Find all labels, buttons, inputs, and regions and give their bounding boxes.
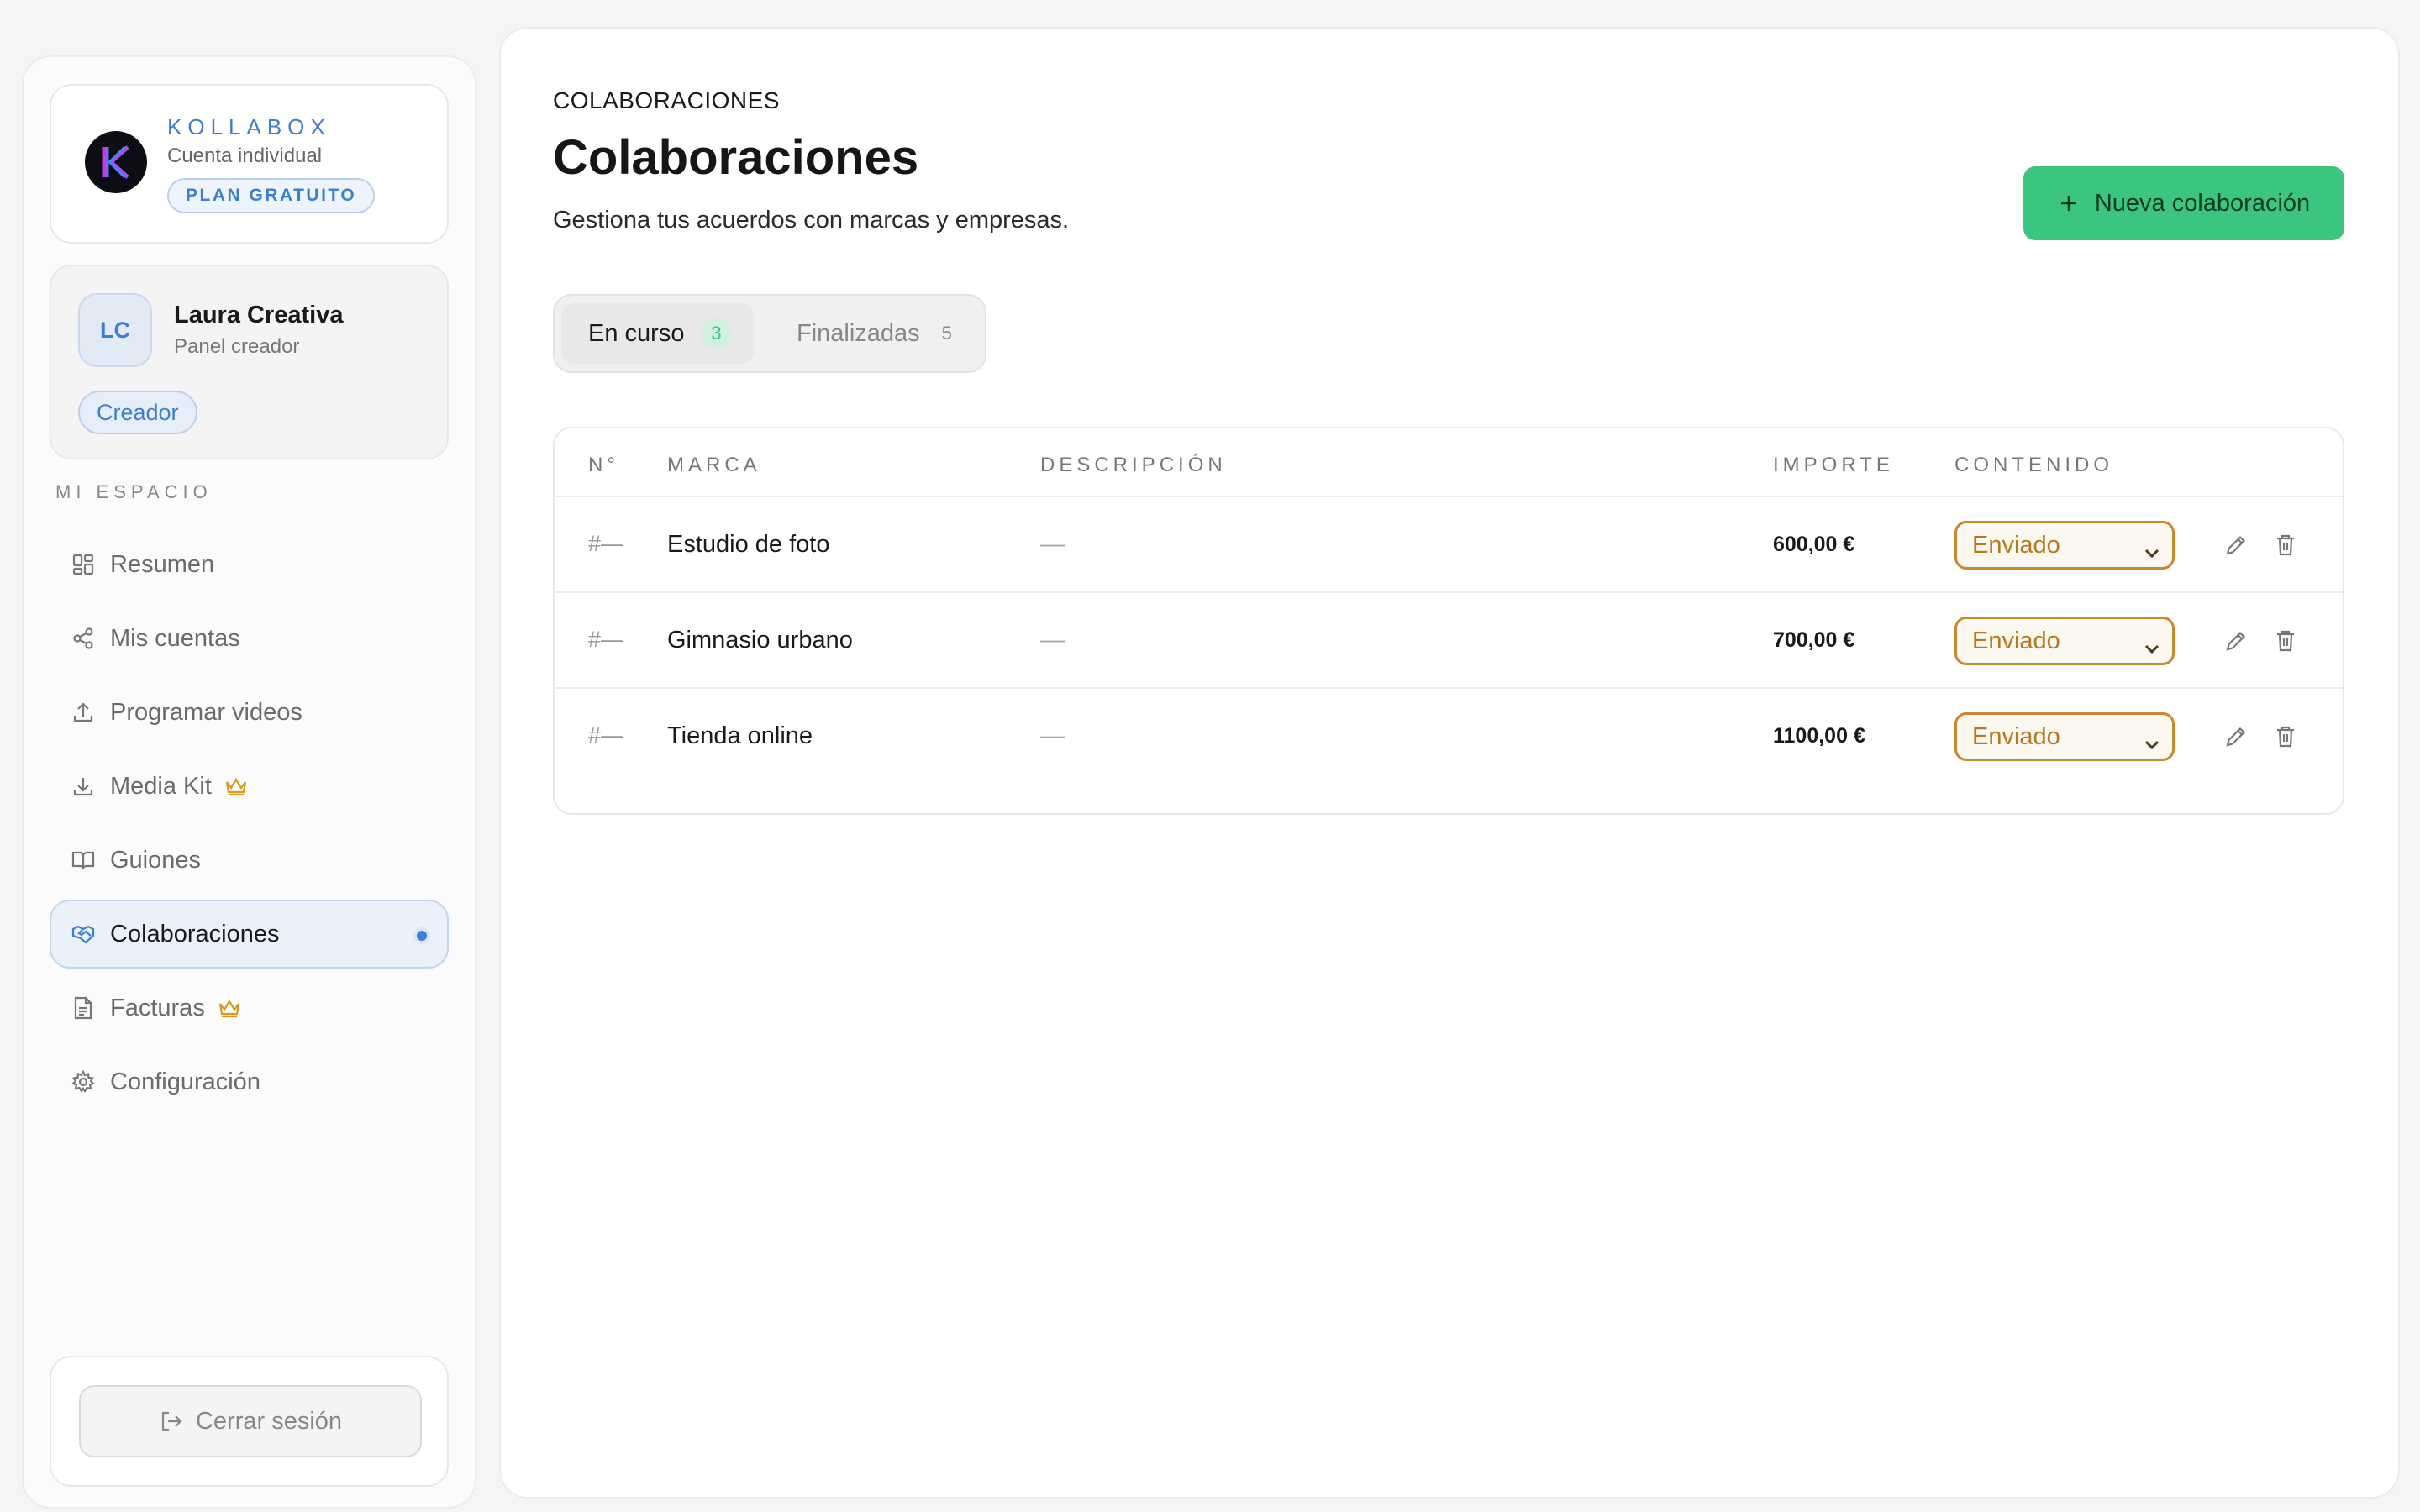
sidebar-item-mis-cuentas[interactable]: Mis cuentas xyxy=(50,604,449,673)
plan-badge[interactable]: PLAN GRATUITO xyxy=(167,178,376,213)
page-title: Colaboraciones xyxy=(553,130,919,185)
tab-en-curso[interactable]: En curso 3 xyxy=(561,303,755,364)
table-row: #— Gimnasio urbano — 700,00 € Enviado xyxy=(555,593,2343,689)
edit-icon[interactable] xyxy=(2223,533,2249,558)
tab-finalizadas[interactable]: Finalizadas 5 xyxy=(770,303,984,364)
sidebar-item-label: Programar videos xyxy=(110,698,302,726)
table-row: #— Estudio de foto — 600,00 € Enviado xyxy=(555,497,2343,593)
sidebar-item-label: Guiones xyxy=(110,846,202,874)
user-name: Laura Creativa xyxy=(174,302,344,328)
grid-icon xyxy=(70,551,97,578)
row-description: — xyxy=(1040,722,1065,749)
row-amount: 1100,00 € xyxy=(1773,724,1865,748)
tab-label: En curso xyxy=(588,319,685,347)
sidebar-item-guiones[interactable]: Guiones xyxy=(50,826,449,895)
sidebar-item-resumen[interactable]: Resumen xyxy=(50,530,449,599)
crown-icon xyxy=(224,775,249,797)
content-status-select[interactable]: Enviado xyxy=(1954,712,2175,761)
brand-card: KOLLABOX Cuenta individual PLAN GRATUITO xyxy=(50,84,449,244)
status-value: Enviado xyxy=(1972,627,2060,654)
section-label: MI ESPACIO xyxy=(55,481,213,502)
kollabox-logo xyxy=(85,131,147,193)
row-number: #— xyxy=(588,722,624,748)
row-brand: Tienda online xyxy=(667,722,813,749)
gear-icon xyxy=(70,1068,97,1095)
chevron-down-icon xyxy=(2144,634,2160,662)
user-subtitle: Panel creador xyxy=(174,335,300,358)
content-status-select[interactable]: Enviado xyxy=(1954,521,2175,570)
tab-count-badge: 3 xyxy=(701,318,732,349)
file-icon xyxy=(70,995,97,1021)
row-description: — xyxy=(1040,627,1065,654)
row-brand: Gimnasio urbano xyxy=(667,627,853,654)
column-header-amount: IMPORTE xyxy=(1773,454,1894,476)
book-icon xyxy=(70,847,97,874)
sidebar-item-label: Mis cuentas xyxy=(110,624,240,652)
chevron-down-icon xyxy=(2144,538,2160,566)
role-badge: Creador xyxy=(78,391,197,434)
logout-button[interactable]: Cerrar sesión xyxy=(79,1385,422,1457)
account-type: Cuenta individual xyxy=(167,144,323,167)
sidebar-item-configuracion[interactable]: Configuración xyxy=(50,1047,449,1116)
avatar: LC xyxy=(78,293,152,367)
download-icon xyxy=(70,773,97,800)
active-indicator xyxy=(417,931,427,941)
sidebar-item-media-kit[interactable]: Media Kit xyxy=(50,752,449,821)
collaborations-table: N° MARCA DESCRIPCIÓN IMPORTE CONTENIDO #… xyxy=(553,427,2344,815)
content-status-select[interactable]: Enviado xyxy=(1954,617,2175,665)
sidebar-item-label: Resumen xyxy=(110,550,215,578)
column-header-description: DESCRIPCIÓN xyxy=(1040,454,1227,476)
tab-count-badge: 5 xyxy=(941,323,952,344)
row-number: #— xyxy=(588,627,624,652)
breadcrumb: COLABORACIONES xyxy=(553,87,780,113)
sidebar-item-label: Configuración xyxy=(110,1068,260,1095)
logout-label: Cerrar sesión xyxy=(195,1407,343,1435)
table-header: N° MARCA DESCRIPCIÓN IMPORTE CONTENIDO xyxy=(555,428,2343,497)
trash-icon[interactable] xyxy=(2274,724,2297,749)
logout-card: Cerrar sesión xyxy=(50,1356,449,1487)
sidebar-item-colaboraciones[interactable]: Colaboraciones xyxy=(50,900,449,969)
user-card: LC Laura Creativa Panel creador Creador xyxy=(50,265,449,459)
edit-icon[interactable] xyxy=(2223,628,2249,654)
page-subtitle: Gestiona tus acuerdos con marcas y empre… xyxy=(553,207,1070,234)
row-amount: 600,00 € xyxy=(1773,533,1855,556)
crown-icon xyxy=(217,997,242,1019)
chevron-down-icon xyxy=(2144,730,2160,758)
row-number: #— xyxy=(588,531,624,556)
status-value: Enviado xyxy=(1972,531,2060,559)
trash-icon[interactable] xyxy=(2274,533,2297,558)
sidebar: KOLLABOX Cuenta individual PLAN GRATUITO… xyxy=(22,55,476,1509)
sidebar-item-programar-videos[interactable]: Programar videos xyxy=(50,678,449,747)
row-description: — xyxy=(1040,531,1065,558)
plus-icon xyxy=(2058,192,2080,214)
sidebar-item-label: Facturas xyxy=(110,994,205,1021)
handshake-icon xyxy=(70,921,97,948)
trash-icon[interactable] xyxy=(2274,628,2297,654)
new-collaboration-button[interactable]: Nueva colaboración xyxy=(2023,166,2344,240)
upload-icon xyxy=(70,699,97,726)
column-header-content: CONTENIDO xyxy=(1954,454,2113,476)
logout-icon xyxy=(159,1409,184,1434)
brand-name: KOLLABOX xyxy=(167,114,331,139)
row-amount: 700,00 € xyxy=(1773,628,1855,652)
sidebar-item-facturas[interactable]: Facturas xyxy=(50,974,449,1042)
tab-label: Finalizadas xyxy=(797,319,920,347)
status-value: Enviado xyxy=(1972,722,2060,750)
table-row: #— Tienda online — 1100,00 € Enviado xyxy=(555,689,2343,785)
main-panel: COLABORACIONES Colaboraciones Gestiona t… xyxy=(499,27,2400,1499)
row-brand: Estudio de foto xyxy=(667,531,830,558)
new-collaboration-label: Nueva colaboración xyxy=(2094,189,2311,217)
sidebar-item-label: Media Kit xyxy=(110,772,212,800)
status-tabs: En curso 3 Finalizadas 5 xyxy=(553,294,986,373)
sidebar-item-label: Colaboraciones xyxy=(110,920,280,948)
share-icon xyxy=(70,625,97,652)
column-header-brand: MARCA xyxy=(667,454,761,476)
edit-icon[interactable] xyxy=(2223,724,2249,749)
column-header-number: N° xyxy=(588,454,619,476)
